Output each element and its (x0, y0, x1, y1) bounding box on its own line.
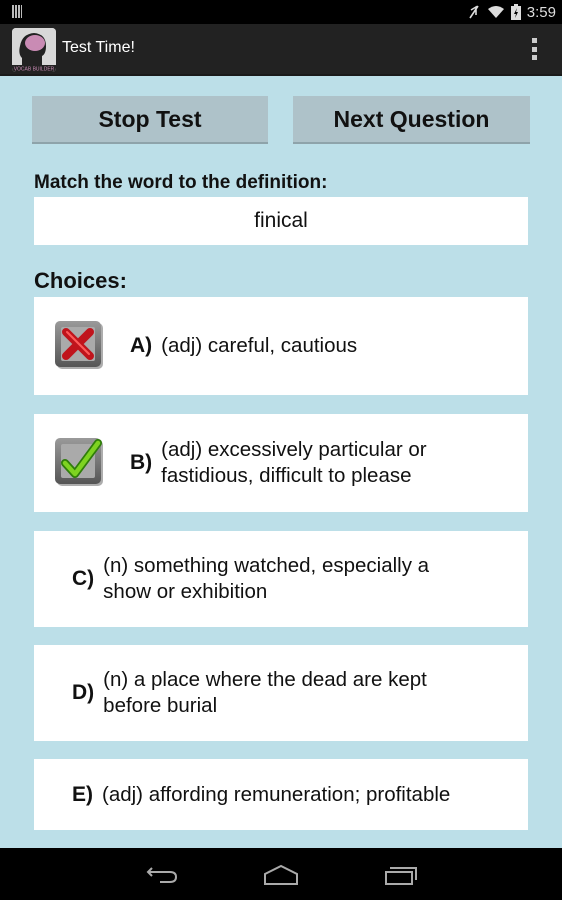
next-question-button[interactable]: Next Question (293, 96, 530, 144)
choice-letter: A) (130, 334, 153, 357)
choice-letter: E) (72, 782, 93, 806)
back-icon[interactable] (140, 860, 184, 888)
wifi-icon (487, 6, 504, 18)
choice-c[interactable]: C) (n) something watched, especially a s… (34, 531, 528, 627)
choices-heading: Choices: (34, 268, 127, 293)
choice-e[interactable]: E) (adj) affording remuneration; profita… (34, 759, 528, 830)
choice-definition: (n) something watched, especially a show… (103, 554, 430, 603)
choice-definition: (adj) careful, cautious (161, 334, 358, 357)
app-logo-icon[interactable]: VOCAB BUILDER (12, 28, 56, 72)
notification-icon (12, 5, 22, 18)
mute-icon (469, 5, 479, 19)
choice-a[interactable]: A) (adj) careful, cautious (34, 297, 528, 395)
choice-definition: (adj) excessively particular or fastidio… (161, 438, 427, 487)
question-word: finical (34, 197, 528, 245)
question-prompt: Match the word to the definition: (34, 172, 328, 193)
choice-definition: (adj) affording remuneration; profitable (102, 782, 451, 806)
choice-letter: B) (130, 451, 153, 474)
clock: 3:59 (526, 3, 556, 21)
home-icon[interactable] (259, 860, 303, 888)
overflow-menu-icon[interactable] (532, 38, 538, 60)
choice-d[interactable]: D) (n) a place where the dead are kept b… (34, 645, 528, 741)
battery-charging-icon (510, 4, 521, 20)
recents-icon[interactable] (378, 860, 422, 888)
stop-test-button[interactable]: Stop Test (32, 96, 268, 144)
page-title: Test Time! (62, 39, 135, 56)
choice-b[interactable]: B) (adj) excessively particular or fasti… (34, 414, 528, 512)
choice-letter: D) (72, 681, 95, 704)
incorrect-x-icon (55, 321, 103, 369)
correct-check-icon (55, 438, 103, 486)
word-text: finical (254, 209, 308, 232)
choice-definition: (n) a place where the dead are kept befo… (103, 668, 427, 717)
choice-letter: C) (72, 567, 95, 590)
navigation-bar (0, 848, 562, 900)
action-bar: VOCAB BUILDER Test Time! (0, 24, 562, 76)
app-icon-label: VOCAB BUILDER (14, 67, 55, 73)
status-bar: 3:59 (0, 0, 562, 24)
